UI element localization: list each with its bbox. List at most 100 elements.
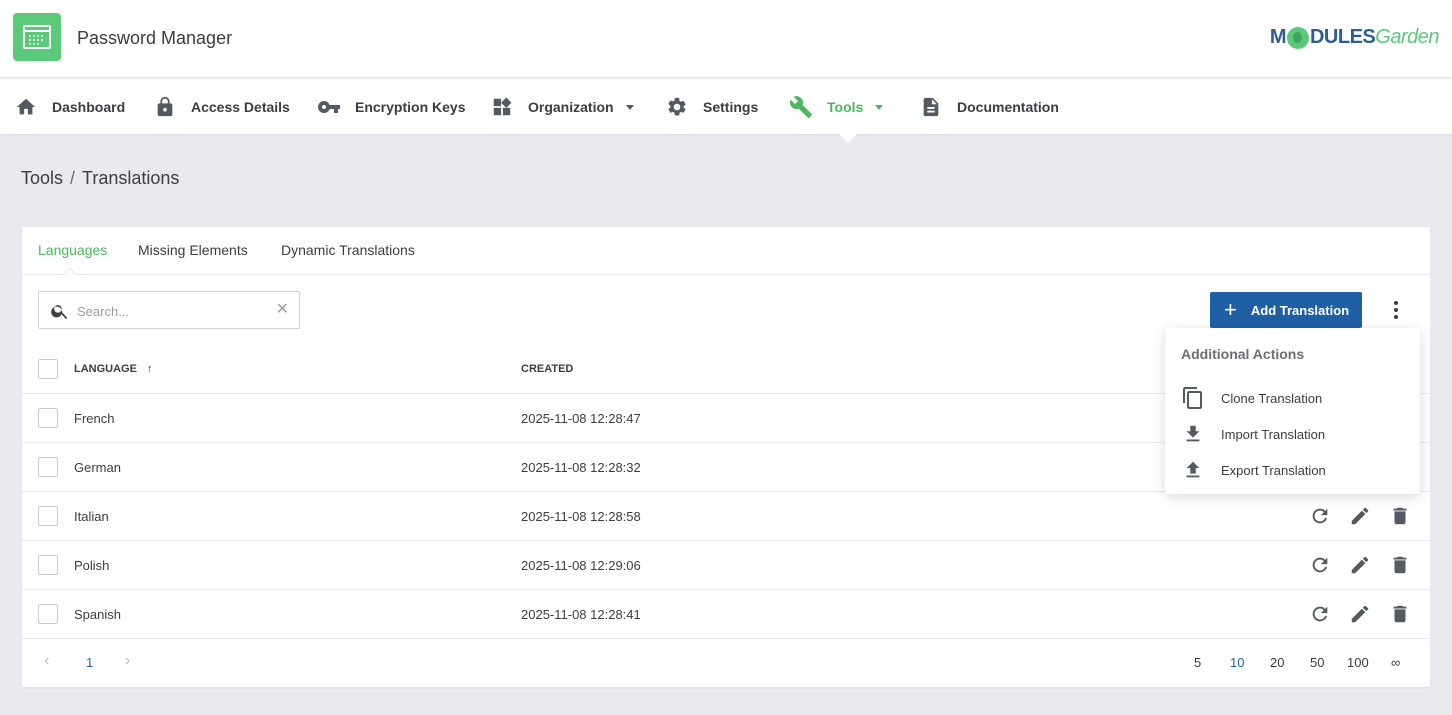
nav-label: Settings <box>703 99 759 115</box>
page-size-option[interactable]: 10 <box>1230 655 1244 670</box>
next-page-icon[interactable]: › <box>125 652 130 670</box>
chevron-down-icon <box>625 104 634 110</box>
row-checkbox[interactable] <box>38 457 58 477</box>
tab-active-pointer <box>62 267 78 283</box>
chevron-down-icon <box>875 104 884 110</box>
cell-language: Spanish <box>74 607 121 622</box>
nav-label: Access Details <box>191 99 290 115</box>
menu-item-clone-translation[interactable]: Clone Translation <box>1165 382 1420 414</box>
breadcrumb-parent[interactable]: Tools <box>21 168 63 188</box>
brand-letter: M <box>1269 26 1287 48</box>
delete-icon[interactable] <box>1388 504 1412 528</box>
app-logo-icon[interactable] <box>13 13 61 61</box>
upload-icon <box>1181 458 1205 482</box>
add-translation-label: Add Translation <box>1250 302 1350 318</box>
home-icon <box>14 95 38 119</box>
refresh-icon[interactable] <box>1308 553 1332 577</box>
sort-asc-icon: ↑ <box>146 363 153 375</box>
nav-item-settings[interactable]: Settings <box>665 79 758 135</box>
row-checkbox[interactable] <box>38 408 58 428</box>
table-row: Italian 2025-11-08 12:28:58 <box>22 492 1430 541</box>
modulesgarden-logo[interactable]: M DULES Garden <box>1270 26 1439 49</box>
menu-item-import-translation[interactable]: Import Translation <box>1165 418 1420 450</box>
nav-label: Dashboard <box>52 99 126 115</box>
table-row: Spanish 2025-11-08 12:28:41 <box>22 590 1430 639</box>
delete-icon[interactable] <box>1388 602 1412 626</box>
nav-item-documentation[interactable]: Documentation <box>919 79 1059 135</box>
cell-created: 2025-11-08 12:28:32 <box>521 460 641 475</box>
row-actions <box>1308 602 1412 626</box>
search-box: ✕ <box>38 291 300 329</box>
nav-label: Encryption Keys <box>355 99 466 115</box>
cell-language: Polish <box>74 558 110 573</box>
menu-item-label: Import Translation <box>1221 426 1326 442</box>
more-actions-kebab-icon[interactable] <box>1386 299 1406 323</box>
page-size-option[interactable]: 50 <box>1310 655 1324 670</box>
page-size-option[interactable]: ∞ <box>1391 655 1400 670</box>
add-translation-button[interactable]: + Add Translation <box>1210 292 1362 328</box>
brand-garden: Garden <box>1375 26 1439 48</box>
nav-label: Documentation <box>957 99 1059 115</box>
edit-icon[interactable] <box>1348 553 1372 577</box>
brand-text: DULES <box>1309 26 1376 48</box>
select-all-checkbox[interactable] <box>38 359 58 379</box>
nav-item-dashboard[interactable]: Dashboard <box>14 79 125 135</box>
pagination: ‹ 1 › 5 10 20 50 100 ∞ <box>22 639 1430 687</box>
nav-label: Tools <box>827 99 864 115</box>
page-size-option[interactable]: 20 <box>1270 655 1284 670</box>
cell-created: 2025-11-08 12:28:47 <box>521 411 641 426</box>
cell-language: German <box>74 460 121 475</box>
nav-label: Organization <box>528 99 614 115</box>
additional-actions-menu: Additional Actions Clone Translation Imp… <box>1165 328 1420 494</box>
key-icon <box>317 95 341 119</box>
menu-item-export-translation[interactable]: Export Translation <box>1165 454 1420 486</box>
nav-item-access-details[interactable]: Access Details <box>153 79 290 135</box>
nav-item-organization[interactable]: Organization <box>490 79 634 135</box>
row-actions <box>1308 553 1412 577</box>
delete-icon[interactable] <box>1388 553 1412 577</box>
gear-icon <box>665 95 689 119</box>
menu-item-label: Clone Translation <box>1221 390 1323 406</box>
download-icon <box>1181 422 1205 446</box>
edit-icon[interactable] <box>1348 504 1372 528</box>
tab-missing-elements[interactable]: Missing Elements <box>138 242 248 258</box>
breadcrumb-current: Translations <box>82 168 180 188</box>
tabs: Languages Missing Elements Dynamic Trans… <box>22 227 1430 283</box>
edit-icon[interactable] <box>1348 602 1372 626</box>
row-checkbox[interactable] <box>38 555 58 575</box>
plus-icon: + <box>1224 297 1237 322</box>
column-header-language[interactable]: LANGUAGE ↑ <box>74 363 152 375</box>
cell-created: 2025-11-08 12:28:58 <box>521 509 641 524</box>
table-row: Polish 2025-11-08 12:29:06 <box>22 541 1430 590</box>
row-actions <box>1308 504 1412 528</box>
cell-created: 2025-11-08 12:29:06 <box>521 558 641 573</box>
nav-active-pointer <box>839 134 857 143</box>
page-size-option[interactable]: 5 <box>1194 655 1201 670</box>
app-title: Password Manager <box>77 28 233 48</box>
breadcrumb-separator: / <box>70 168 76 188</box>
cell-language: French <box>74 411 115 426</box>
refresh-icon[interactable] <box>1308 602 1332 626</box>
tab-dynamic-translations[interactable]: Dynamic Translations <box>281 242 415 258</box>
wrench-icon <box>789 95 813 119</box>
copy-icon <box>1181 386 1205 410</box>
refresh-icon[interactable] <box>1308 504 1332 528</box>
search-input[interactable] <box>77 300 267 322</box>
row-checkbox[interactable] <box>38 604 58 624</box>
cell-language: Italian <box>74 509 109 524</box>
nav-item-encryption-keys[interactable]: Encryption Keys <box>317 79 465 135</box>
column-header-created[interactable]: CREATED <box>521 363 573 375</box>
page-size-option[interactable]: 100 <box>1347 655 1369 670</box>
row-checkbox[interactable] <box>38 506 58 526</box>
clear-search-icon[interactable]: ✕ <box>276 301 289 319</box>
search-icon <box>50 301 70 326</box>
tab-languages[interactable]: Languages <box>38 242 107 258</box>
globe-icon <box>1286 26 1309 49</box>
page-number[interactable]: 1 <box>86 655 93 670</box>
document-icon <box>919 95 943 119</box>
nav-item-tools[interactable]: Tools <box>789 79 884 135</box>
breadcrumb: Tools / Translations <box>21 168 179 189</box>
cell-created: 2025-11-08 12:28:41 <box>521 607 641 622</box>
prev-page-icon[interactable]: ‹ <box>44 652 49 670</box>
widgets-icon <box>490 95 514 119</box>
